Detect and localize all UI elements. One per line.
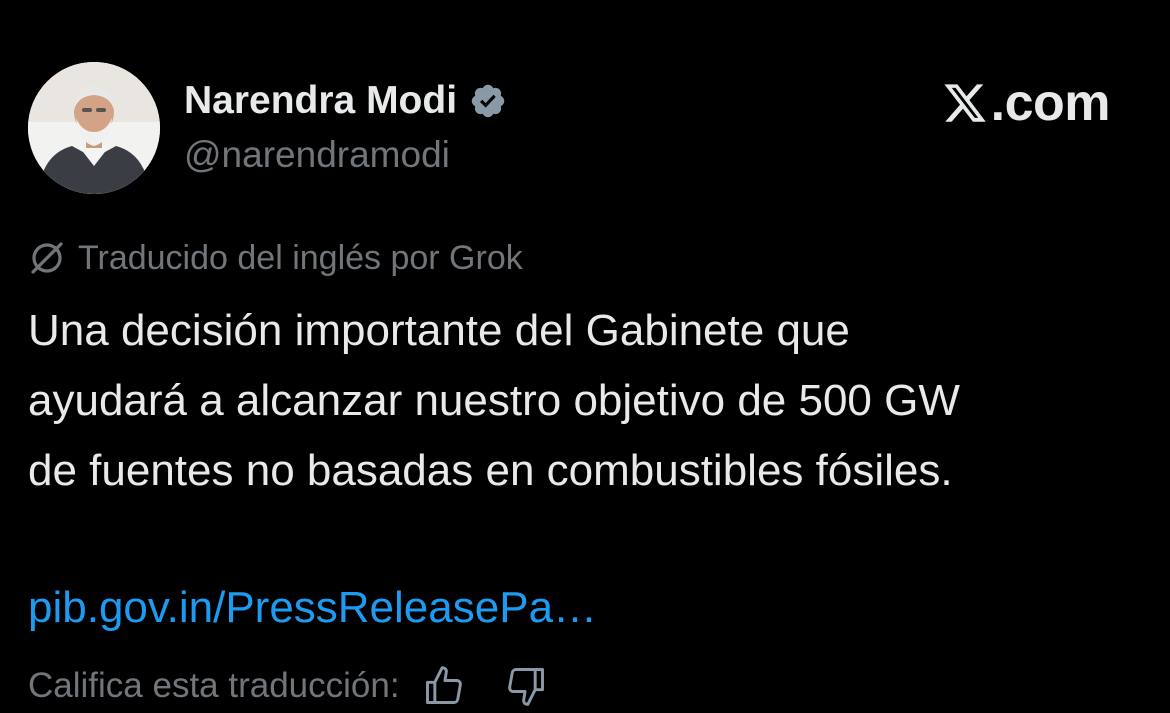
verified-badge-icon[interactable] — [469, 82, 507, 120]
rate-translation-label: Califica esta traducción: — [28, 666, 400, 705]
grok-icon — [28, 239, 66, 277]
brand-text: .com — [990, 74, 1111, 132]
thumbs-down-icon[interactable] — [504, 664, 548, 708]
author-name-row: Narendra Modi — [184, 76, 507, 126]
rate-translation-row: Califica esta traducción: — [28, 660, 548, 712]
avatar-image — [28, 62, 160, 194]
avatar[interactable] — [28, 62, 160, 194]
tweet-card: Narendra Modi @narendramodi .com Traduci… — [0, 0, 1170, 713]
author-handle[interactable]: @narendramodi — [184, 134, 450, 176]
thumbs-up-icon[interactable] — [422, 664, 466, 708]
brand-logo: .com — [941, 72, 1111, 134]
author-display-name[interactable]: Narendra Modi — [184, 79, 457, 123]
x-logo-icon — [941, 80, 989, 126]
post-text: Una decisión importante del Gabinete que… — [28, 306, 960, 495]
translation-notice: Traducido del inglés por Grok — [28, 236, 523, 280]
post-link[interactable]: pib.gov.in/PressReleasePa… — [28, 578, 597, 638]
translation-label: Traducido del inglés por Grok — [78, 238, 523, 277]
